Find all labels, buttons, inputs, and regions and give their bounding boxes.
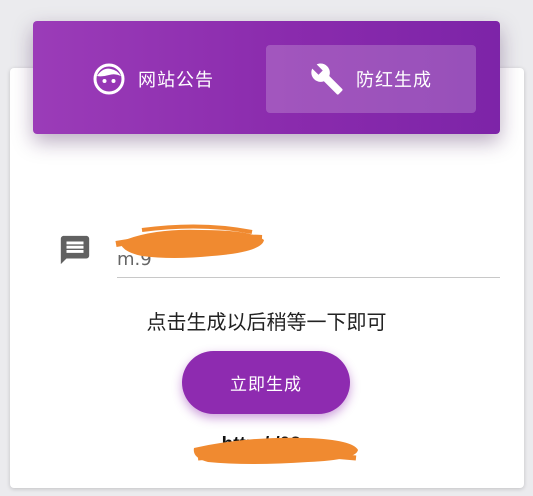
tab-announcement-label: 网站公告 bbox=[138, 70, 214, 91]
url-input-field[interactable] bbox=[117, 232, 500, 278]
url-input[interactable] bbox=[117, 232, 500, 276]
page: 网站公告 防红生成 点击生成以后稍等一下即可 立即生成 http:/ /03a bbox=[0, 0, 533, 496]
wrench-icon bbox=[310, 62, 344, 96]
tab-generate-label: 防红生成 bbox=[356, 70, 432, 91]
hint-text: 点击生成以后稍等一下即可 bbox=[146, 310, 387, 334]
tab-bar: 网站公告 防红生成 bbox=[33, 21, 500, 134]
tab-announcement[interactable]: 网站公告 bbox=[43, 45, 263, 113]
tab-generate[interactable]: 防红生成 bbox=[266, 45, 476, 113]
message-icon bbox=[58, 233, 92, 267]
generate-button[interactable]: 立即生成 bbox=[182, 351, 350, 414]
face-icon bbox=[92, 62, 126, 96]
result-link[interactable]: http:/ /03a bbox=[0, 434, 533, 456]
